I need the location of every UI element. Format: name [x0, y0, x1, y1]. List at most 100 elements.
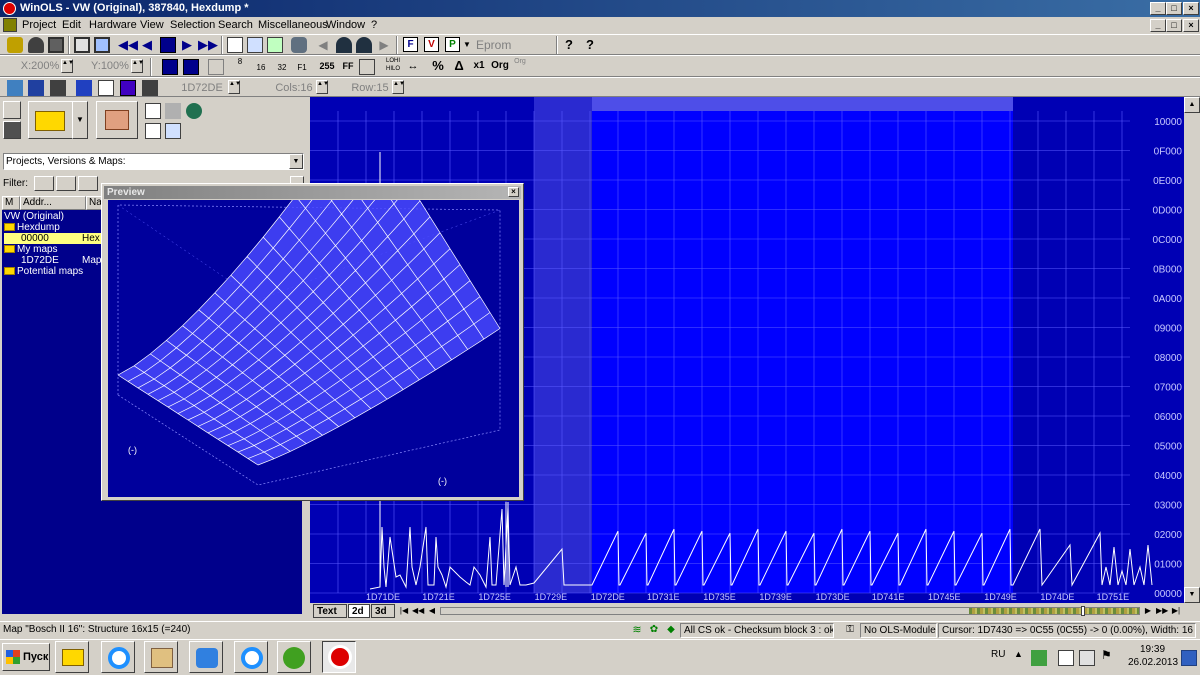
preview-titlebar[interactable]: Preview × — [104, 186, 521, 199]
doc-minimize-button[interactable]: _ — [1150, 19, 1166, 32]
nav-icon[interactable] — [7, 80, 23, 96]
doc-restore-button[interactable]: □ — [1166, 19, 1182, 32]
open-dropdown-arrow[interactable]: ▼ — [72, 101, 88, 139]
scroll-up-icon[interactable]: ▲ — [1184, 97, 1200, 113]
btn-v[interactable]: V — [424, 37, 439, 52]
cols-spinner[interactable]: ▲▼ — [316, 80, 329, 94]
bars-icon[interactable] — [183, 59, 199, 75]
tab-text[interactable]: Text — [313, 604, 347, 618]
menu-edit[interactable]: Edit — [62, 18, 81, 32]
utorrent-task[interactable] — [277, 641, 311, 673]
car-left-icon[interactable] — [336, 37, 352, 53]
filter-button-1[interactable] — [34, 176, 54, 191]
horizontal-scrollbar[interactable] — [440, 606, 1140, 616]
start-button[interactable]: Пуск — [2, 643, 50, 671]
print-icon[interactable] — [48, 37, 64, 53]
tree-folder-potential[interactable]: Potential maps — [4, 266, 83, 277]
btn-p[interactable]: P — [445, 37, 460, 52]
project-combo[interactable]: Projects, Versions & Maps: ▼ — [3, 153, 304, 170]
btn-float[interactable]: F1 — [294, 57, 310, 75]
tab-2d[interactable]: 2d — [348, 604, 370, 618]
show-desktop-icon[interactable] — [1181, 650, 1197, 666]
preview-3d-plot[interactable]: (-) (-) — [108, 200, 519, 497]
col-address[interactable]: Addr... — [20, 196, 86, 210]
tray-expand-icon[interactable]: ▲ — [1014, 649, 1023, 659]
forward-icon[interactable]: ▶ — [378, 36, 390, 54]
menu-window[interactable]: Window — [326, 18, 365, 32]
eprom-label[interactable]: Eprom — [476, 36, 536, 54]
map-nav2-icon[interactable] — [50, 80, 66, 96]
save-icon[interactable] — [3, 121, 21, 139]
tab-back-icon[interactable]: ◀ — [426, 603, 438, 619]
btn-org[interactable]: Org — [490, 57, 510, 75]
map-wizard-icon[interactable] — [165, 103, 181, 119]
last-icon[interactable]: ▶▶ — [198, 36, 218, 54]
vertical-scrollbar[interactable]: ▲ ▼ — [1184, 97, 1200, 603]
menu-project[interactable]: Project — [22, 18, 56, 32]
menu-search[interactable]: Search — [218, 18, 253, 32]
preview-close-button[interactable]: × — [508, 187, 519, 197]
filter-button-2[interactable] — [56, 176, 76, 191]
tab-forward-icon[interactable]: ▶▶ — [1156, 603, 1168, 619]
tree-folder-hexdump[interactable]: Hexdump — [4, 222, 60, 233]
list-icon[interactable] — [227, 37, 243, 53]
checksum-icon[interactable]: ≋ — [630, 622, 644, 638]
copy-map-icon[interactable] — [145, 123, 161, 139]
preview-window[interactable]: Preview × (-) (-) — [101, 183, 524, 501]
network-icon[interactable] — [1031, 650, 1047, 666]
scroll-down-icon[interactable]: ▼ — [1184, 587, 1200, 603]
color-icon[interactable] — [120, 80, 136, 96]
address-field[interactable]: 1D72DE — [178, 79, 226, 97]
help-icon[interactable]: ? — [562, 36, 576, 54]
module-icon[interactable]: ✿ — [647, 622, 661, 638]
btn-f[interactable]: F — [403, 37, 418, 52]
tab-last-icon[interactable]: ▶| — [1170, 603, 1182, 619]
address-spinner[interactable]: ▲▼ — [228, 80, 241, 94]
menu-miscellaneous[interactable]: Miscellaneous — [258, 18, 328, 32]
wave-icon[interactable] — [162, 59, 178, 75]
wand-icon[interactable] — [7, 37, 23, 53]
ie2-task[interactable] — [234, 641, 268, 673]
car-right-icon[interactable] — [356, 37, 372, 53]
view-icon[interactable] — [267, 37, 283, 53]
btn-32bit[interactable]: 32 — [274, 57, 290, 75]
tab-prev-icon[interactable]: ◀◀ — [412, 603, 424, 619]
dropdown-arrow-icon[interactable]: ▼ — [462, 36, 472, 54]
maximize-button[interactable]: □ — [1166, 2, 1182, 15]
tray-app-icon[interactable] — [1058, 650, 1074, 666]
chevron-down-icon[interactable]: ▼ — [289, 154, 303, 169]
tab-3d[interactable]: 3d — [371, 604, 395, 618]
window-icon[interactable] — [74, 37, 90, 53]
text-icon[interactable] — [98, 80, 114, 96]
clock-time[interactable]: 19:39 — [1140, 644, 1165, 655]
select-icon[interactable] — [76, 80, 92, 96]
zoom-y-spinner[interactable]: ▲▼ — [131, 59, 144, 73]
scroll-thumb[interactable] — [1081, 606, 1085, 616]
prev-icon[interactable]: ◀ — [140, 36, 154, 54]
tree-item-hexdump-00000[interactable]: 00000 Hex — [4, 233, 102, 244]
minimize-button[interactable]: _ — [1150, 2, 1166, 15]
tab-first-icon[interactable]: |◀ — [398, 603, 410, 619]
language-indicator[interactable]: RU — [991, 649, 1005, 660]
close-button[interactable]: × — [1183, 2, 1199, 15]
btn-16bit[interactable]: 16 — [253, 57, 269, 75]
btn-lohi[interactable]: LOHI HILO — [383, 57, 403, 75]
window2-icon[interactable] — [94, 37, 110, 53]
import-button[interactable] — [96, 101, 138, 139]
cs-ok-icon[interactable]: ◆ — [664, 622, 678, 638]
grid-icon[interactable] — [160, 37, 176, 53]
swap-icon[interactable]: ↔ — [405, 57, 421, 75]
document-icon[interactable] — [3, 18, 17, 32]
ie-task[interactable] — [101, 641, 135, 673]
menu-selection[interactable]: Selection — [170, 18, 215, 32]
back-icon[interactable]: ◀ — [317, 36, 329, 54]
menu-hardware[interactable]: Hardware — [89, 18, 137, 32]
tools-icon[interactable] — [291, 37, 307, 53]
row-spinner[interactable]: ▲▼ — [392, 80, 405, 94]
btn-ff[interactable]: FF — [340, 57, 356, 75]
clock-date[interactable]: 26.02.2013 — [1128, 657, 1178, 668]
menu-view[interactable]: View — [140, 18, 164, 32]
outlook-task[interactable] — [189, 641, 223, 673]
new-doc-icon[interactable] — [3, 101, 21, 119]
zoom-x-spinner[interactable]: ▲▼ — [61, 59, 74, 73]
